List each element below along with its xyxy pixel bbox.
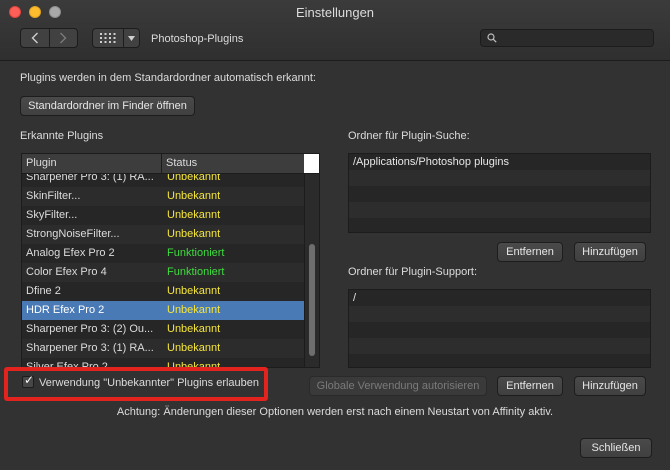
list-item[interactable] (349, 170, 650, 186)
plugin-status-cell: Unbekannt (167, 285, 221, 297)
search-icon (487, 33, 497, 43)
allow-unknown-checkbox[interactable]: ✓ (22, 373, 35, 388)
header-corner (304, 154, 319, 174)
plugin-name-cell: Sharpener Pro 3: (1) RA... (26, 342, 154, 354)
show-all-button[interactable] (93, 29, 124, 47)
support-folders-list: / (348, 289, 651, 368)
scrollbar-thumb[interactable] (309, 244, 315, 356)
support-remove-button[interactable]: Entfernen (497, 376, 563, 396)
restart-warning: Achtung: Änderungen dieser Optionen werd… (116, 406, 554, 418)
table-header: Plugin Status (22, 154, 304, 174)
plugin-name-cell: HDR Efex Pro 2 (26, 304, 105, 316)
checkmark-icon: ✓ (24, 373, 35, 387)
plugins-heading: Erkannte Plugins (20, 130, 104, 142)
plugin-name-cell: Dfine 2 (26, 285, 61, 297)
plugin-status-cell: Unbekannt (167, 190, 221, 202)
list-item[interactable] (349, 338, 650, 354)
plugin-status-cell: Unbekannt (167, 209, 221, 221)
plugin-name-cell: Color Efex Pro 4 (26, 266, 107, 278)
authorize-global-use-button[interactable]: Globale Verwendung autorisieren (309, 376, 487, 396)
navigation-group (20, 28, 78, 48)
list-item[interactable] (349, 186, 650, 202)
table-row[interactable]: Color Efex Pro 4 Funktioniert (22, 263, 304, 282)
list-item[interactable] (349, 202, 650, 218)
search-input[interactable] (501, 30, 649, 46)
open-default-folder-button[interactable]: Standardordner im Finder öffnen (20, 96, 195, 116)
titlebar: Einstellungen Photoshop-Plugins (0, 0, 670, 61)
back-button[interactable] (21, 29, 49, 47)
plugins-table: Sharpener Pro 3: (1) RA... Unbekannt Ski… (21, 153, 320, 368)
list-item[interactable] (349, 322, 650, 338)
search-field[interactable] (480, 29, 654, 47)
breadcrumb: Photoshop-Plugins (151, 33, 244, 45)
list-item[interactable] (349, 306, 650, 322)
search-folders-list: /Applications/Photoshop plugins (348, 153, 651, 233)
support-folders-heading: Ordner für Plugin-Support: (348, 266, 478, 278)
plugin-name-cell: Sharpener Pro 3: (2) Ou... (26, 323, 154, 335)
chevron-left-icon (31, 32, 38, 44)
table-row[interactable]: Sharpener Pro 3: (2) Ou... Unbekannt (22, 320, 304, 339)
forward-button[interactable] (48, 29, 78, 47)
column-header-plugin[interactable]: Plugin (22, 154, 162, 173)
plugin-status-cell: Funktioniert (167, 266, 225, 278)
support-add-button[interactable]: Hinzufügen (574, 376, 646, 396)
intro-text: Plugins werden in dem Standardordner aut… (20, 72, 316, 84)
plugins-rows: Sharpener Pro 3: (1) RA... Unbekannt Ski… (22, 168, 304, 367)
table-row[interactable]: Analog Efex Pro 2 Funktioniert (22, 244, 304, 263)
show-all-menu-button[interactable] (124, 29, 139, 47)
column-header-status[interactable]: Status (162, 154, 304, 173)
plugin-name-cell: SkyFilter... (26, 209, 78, 221)
plugin-name-cell: StrongNoiseFilter... (26, 228, 120, 240)
search-remove-button[interactable]: Entfernen (497, 242, 563, 262)
plugin-status-cell: Funktioniert (167, 247, 225, 259)
table-row-selected[interactable]: HDR Efex Pro 2 Unbekannt (22, 301, 304, 320)
triangle-down-icon (128, 35, 135, 41)
chevron-right-icon (60, 32, 67, 44)
grid-icon (100, 33, 116, 43)
table-row[interactable]: StrongNoiseFilter... Unbekannt (22, 225, 304, 244)
search-folders-heading: Ordner für Plugin-Suche: (348, 130, 470, 142)
plugin-status-cell: Unbekannt (167, 304, 221, 316)
plugin-status-cell: Unbekannt (167, 228, 221, 240)
table-row[interactable]: SkinFilter... Unbekannt (22, 187, 304, 206)
preferences-window: Einstellungen Photoshop-Plugins Plugins … (0, 0, 670, 470)
plugin-status-cell: Unbekannt (167, 342, 221, 354)
plugin-name-cell: Analog Efex Pro 2 (26, 247, 115, 259)
plugin-name-cell: SkinFilter... (26, 190, 81, 202)
allow-unknown-label[interactable]: Verwendung "Unbekannter" Plugins erlaube… (39, 377, 259, 389)
vertical-scrollbar[interactable] (304, 174, 319, 367)
table-row[interactable]: SkyFilter... Unbekannt (22, 206, 304, 225)
plugin-status-cell: Unbekannt (167, 323, 221, 335)
table-row[interactable]: Dfine 2 Unbekannt (22, 282, 304, 301)
list-item[interactable]: /Applications/Photoshop plugins (349, 154, 650, 170)
search-add-button[interactable]: Hinzufügen (574, 242, 646, 262)
show-all-group (92, 28, 140, 48)
list-item[interactable]: / (349, 290, 650, 306)
close-button[interactable]: Schließen (580, 438, 652, 458)
window-title: Einstellungen (295, 5, 375, 20)
table-row[interactable]: Sharpener Pro 3: (1) RA... Unbekannt (22, 339, 304, 358)
